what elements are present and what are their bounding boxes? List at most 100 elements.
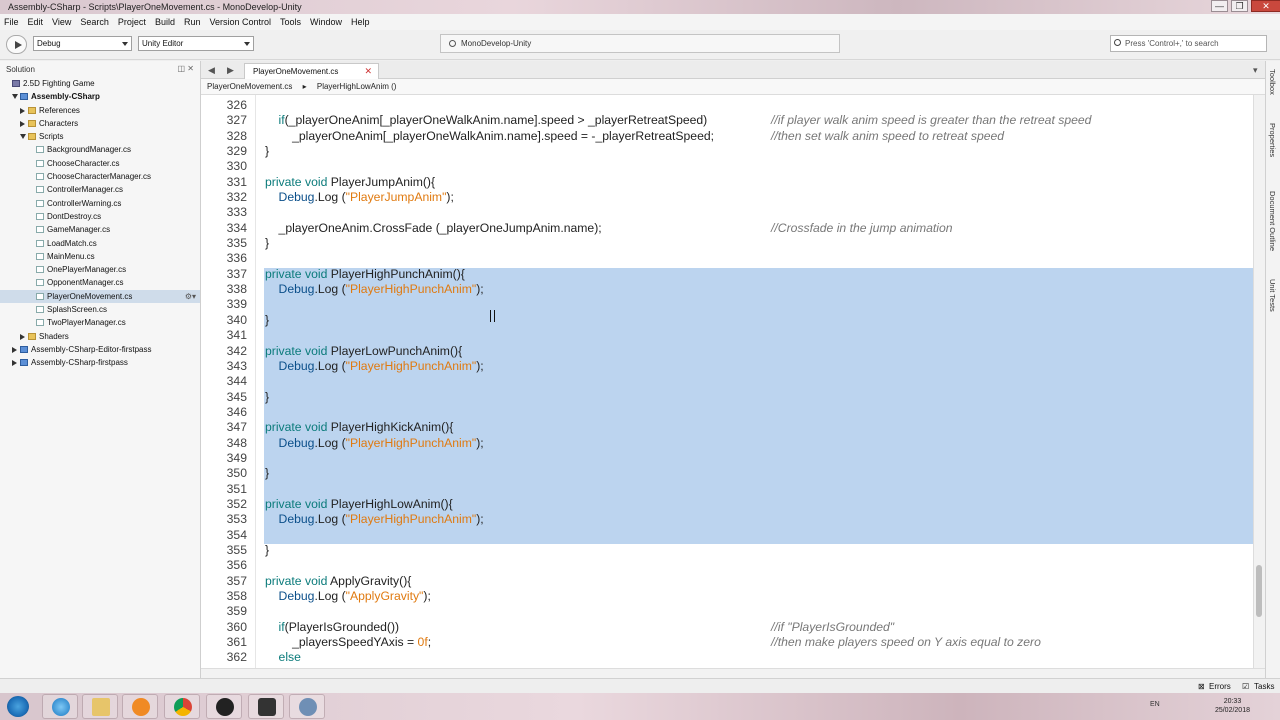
tree-item-dontdestroy-cs[interactable]: DontDestroy.cs [0,210,200,223]
minimize-button[interactable]: — [1211,0,1228,12]
breadcrumb-file[interactable]: PlayerOneMovement.cs [207,82,292,91]
pad-controls[interactable]: ◫ ✕ [178,64,194,73]
toolbox-pad-tab[interactable]: Toolbox [1268,69,1277,95]
tree-item-scripts[interactable]: Scripts [0,130,200,143]
unit-tests-pad-tab[interactable]: Unit Tests [1268,279,1277,312]
menu-search[interactable]: Search [80,17,109,27]
tree-item-twoplayermanager-cs[interactable]: TwoPlayerManager.cs [0,316,200,329]
menu-version-control[interactable]: Version Control [209,17,271,27]
window-title: Assembly-CSharp - Scripts\PlayerOneMovem… [8,2,302,12]
menu-build[interactable]: Build [155,17,175,27]
line-number: 341 [226,328,247,343]
document-outline-pad-tab[interactable]: Document Outline [1268,191,1277,251]
menu-window[interactable]: Window [310,17,342,27]
search-placeholder: Press 'Control+,' to search [1125,39,1219,48]
errors-button[interactable]: Errors [1209,682,1231,691]
tree-item-assembly-csharp-editor-firstpass[interactable]: Assembly-CSharp-Editor-firstpass [0,343,200,356]
keyword-token: void [304,420,328,435]
horizontal-scrollbar[interactable] [201,668,1265,678]
menu-project[interactable]: Project [118,17,146,27]
code-line: } [265,236,1265,251]
menu-edit[interactable]: Edit [28,17,44,27]
breadcrumb-member[interactable]: PlayerHighLowAnim () [317,82,397,91]
nav-forward-icon[interactable]: ▶ [227,65,234,76]
tree-item-2-5d-fighting-game[interactable]: 2.5D Fighting Game [0,77,200,90]
internet-explorer-icon [52,698,70,716]
chevron-right-icon[interactable] [12,360,17,367]
taskbar-unity[interactable] [248,694,284,719]
tree-item-opponentmanager-cs[interactable]: OpponentManager.cs [0,276,200,289]
tree-item-label: Shaders [39,331,69,341]
language-indicator[interactable]: EN [1150,701,1160,708]
tree-item-gamemanager-cs[interactable]: GameManager.cs [0,223,200,236]
code-line: private void PlayerHighPunchAnim(){ [265,267,1265,282]
run-button[interactable] [6,35,27,54]
close-window-button[interactable]: ✕ [1251,0,1280,12]
chevron-right-icon[interactable] [20,120,25,127]
tab-overflow-icon[interactable]: ▾ [1253,65,1258,76]
tree-item-oneplayermanager-cs[interactable]: OnePlayerManager.cs [0,263,200,276]
tab-player-one-movement[interactable]: PlayerOneMovement.cs ✕ [244,63,379,79]
code-token: } [265,312,270,327]
menu-help[interactable]: Help [351,17,370,27]
menu-view[interactable]: View [52,17,71,27]
keyword-token: private [265,420,302,435]
tree-item-loadmatch-cs[interactable]: LoadMatch.cs [0,237,200,250]
nav-back-icon[interactable]: ◀ [208,65,215,76]
code-token: ApplyGravity(){ [327,573,412,588]
search-input[interactable]: Press 'Control+,' to search [1110,35,1267,52]
solution-pad-header: Solution ◫ ✕ [0,61,200,77]
tree-item-playeronemovement-cs[interactable]: PlayerOneMovement.cs ⚙▾ [0,289,200,304]
type-token: Debug [278,358,315,373]
start-button[interactable] [4,694,34,719]
code-editor[interactable]: 326 327 328 329 330 331 332 333 334 335 336 337 338 3… [201,95,1265,668]
tree-item-mainmenu-cs[interactable]: MainMenu.cs [0,250,200,263]
tree-item-choosecharactermanager-cs[interactable]: ChooseCharacterManager.cs [0,170,200,183]
tree-item-controllerwarning-cs[interactable]: ControllerWarning.cs [0,197,200,210]
taskbar-monodevelop[interactable] [289,694,325,719]
file-icon [36,159,44,167]
tree-item-splashscreen-cs[interactable]: SplashScreen.cs [0,303,200,316]
menu-run[interactable]: Run [184,17,201,27]
vertical-scrollbar[interactable] [1253,95,1265,668]
taskbar-media-player[interactable] [122,694,158,719]
menu-file[interactable]: File [4,17,19,27]
monodevelop-icon [299,698,317,716]
taskbar-internet-explorer[interactable] [42,694,78,719]
chevron-down-icon[interactable] [12,94,18,100]
chevron-down-icon[interactable] [20,134,26,140]
configuration-select[interactable]: Debug [33,36,132,51]
line-number: 336 [226,251,247,266]
tree-item-choosecharacter-cs[interactable]: ChooseCharacter.cs [0,157,200,170]
type-token: Debug [278,282,315,297]
tree-item-characters[interactable]: Characters [0,117,200,130]
scrollbar-thumb[interactable] [1256,565,1262,617]
line-number: 358 [226,589,247,603]
chevron-right-icon[interactable] [20,333,25,340]
taskbar-clock[interactable]: 20:33 25/02/2018 [1215,697,1250,715]
properties-pad-tab[interactable]: Properties [1268,123,1277,157]
menu-tools[interactable]: Tools [280,17,301,27]
tree-item-shaders[interactable]: Shaders [0,330,200,343]
maximize-button[interactable]: ❐ [1231,0,1248,12]
tree-item-references[interactable]: References [0,104,200,117]
close-icon[interactable]: ✕ [364,66,372,77]
line-number: 335 [226,236,247,251]
taskbar-file-explorer[interactable] [82,694,118,719]
taskbar-chrome[interactable] [164,694,200,719]
chevron-right-icon[interactable] [12,346,17,353]
tree-item-backgroundmanager-cs[interactable]: BackgroundManager.cs [0,143,200,156]
item-options-icon[interactable]: ⚙▾ [185,290,196,303]
tasks-button[interactable]: Tasks [1254,682,1274,691]
keyword-token: private [265,343,302,358]
tree-item-assembly-csharp[interactable]: Assembly-CSharp [0,90,200,103]
chevron-right-icon[interactable] [20,107,25,114]
code-token: } [265,236,270,251]
run-target-select[interactable]: Unity Editor [138,36,254,51]
tree-item-controllermanager-cs[interactable]: ControllerManager.cs [0,183,200,196]
tree-item-assembly-csharp-firstpass[interactable]: Assembly-CSharp-firstpass [0,356,200,369]
file-icon [36,266,44,274]
taskbar-obs[interactable] [206,694,242,719]
